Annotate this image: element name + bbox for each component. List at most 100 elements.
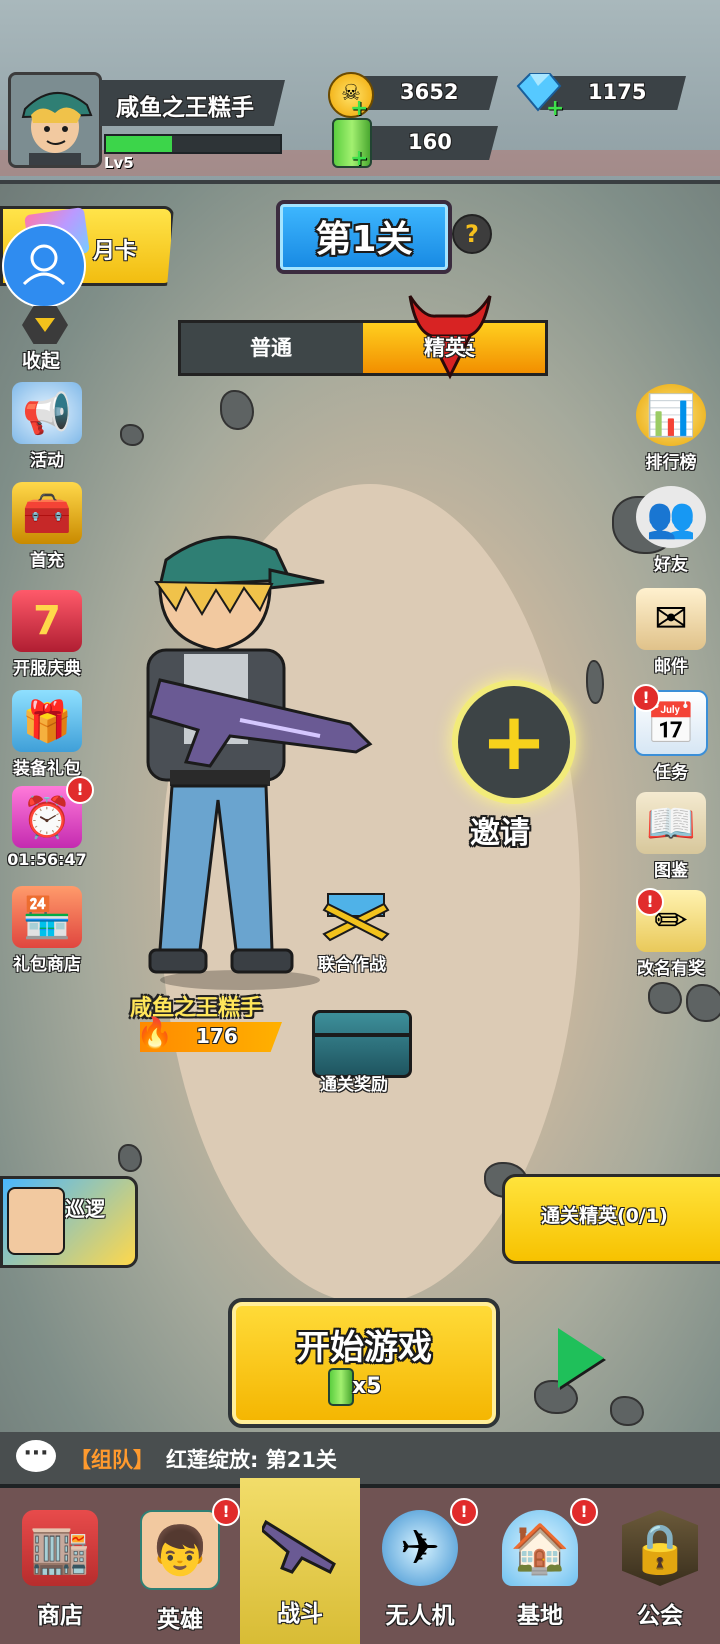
xp-bar <box>104 134 282 154</box>
side-item-label: 排行榜 <box>645 453 697 473</box>
difficulty-normal-tab[interactable]: 普通 <box>181 323 361 373</box>
hero-portrait-icon <box>11 75 99 165</box>
notification-badge: ! <box>570 1498 598 1526</box>
chest-lid-line <box>315 1033 409 1037</box>
side-item-label: 开服庆典 <box>13 659 81 679</box>
collapse-label: 收起 <box>22 350 61 372</box>
notification-badge: ! <box>450 1498 478 1526</box>
side-item-activity[interactable]: 📢 活动 <box>2 382 92 471</box>
start-game-button[interactable]: 开始游戏 x5 <box>228 1298 500 1428</box>
nav-store[interactable]: 🏬 商店 <box>0 1488 120 1644</box>
add-energy-icon[interactable]: + <box>350 146 368 171</box>
side-item-label: 活动 <box>30 451 64 471</box>
rock <box>586 660 604 704</box>
notification-badge: ! <box>66 776 94 804</box>
side-item-label: 好友 <box>654 555 688 575</box>
chevron-down-icon <box>35 318 55 332</box>
patrol-label: 巡逻 <box>65 1197 105 1221</box>
side-item-label: 改名有奖 <box>637 959 705 979</box>
rock <box>120 424 144 446</box>
plus-icon: + <box>480 695 548 788</box>
rock <box>686 984 720 1022</box>
elite-clear-label: 通关精英(0/1) <box>541 1205 668 1227</box>
side-item-first-recharge[interactable]: 🧰 首充 <box>2 482 92 571</box>
xp-bar-fill <box>106 136 173 152</box>
book-icon: 📖 <box>636 792 706 854</box>
notification-badge: ! <box>632 684 660 712</box>
mail-icon: ✉ <box>636 588 706 650</box>
stage-title: 第1关 <box>315 219 413 260</box>
side-item-label: 礼包商店 <box>13 955 81 975</box>
nav-label: 英雄 <box>157 1607 203 1633</box>
side-item-label: 图鉴 <box>654 861 688 881</box>
player-name: 咸鱼之王糕手 <box>116 95 254 121</box>
side-item-codex[interactable]: 📖 图鉴 <box>626 792 716 881</box>
gold-value: 3652 <box>400 80 459 104</box>
stage-title-box: 第1关 <box>276 200 452 274</box>
rifle-icon <box>262 1508 338 1584</box>
bottom-nav: 🏬 商店 👦 英雄 ! 战斗 ✈ 无人机 ! 🏠 基地 ! 🔒 公会 <box>0 1478 720 1644</box>
chat-message: 红莲绽放: 第21关 <box>166 1448 337 1472</box>
user-icon <box>22 244 66 286</box>
treasure-chest-icon: 🧰 <box>12 482 82 544</box>
clear-reward-label: 通关奖励 <box>320 1075 388 1095</box>
coop-battle-button[interactable] <box>318 890 394 950</box>
notification-badge: ! <box>636 888 664 916</box>
add-gems-icon[interactable]: + <box>546 96 564 121</box>
chat-bar[interactable]: ··· 【组队】 红莲绽放: 第21关 <box>0 1432 720 1484</box>
rock <box>118 1144 142 1172</box>
invite-button[interactable]: + <box>452 680 576 804</box>
side-item-label: 首充 <box>30 551 64 571</box>
start-cost: x5 <box>352 1374 382 1399</box>
gems-value: 1175 <box>588 80 647 104</box>
store-icon: 🏬 <box>22 1510 98 1586</box>
gift-icon: 🎁 <box>12 690 82 752</box>
nav-label: 无人机 <box>385 1603 455 1629</box>
player-level: Lv5 <box>104 154 134 172</box>
side-item-label: 邮件 <box>654 657 688 677</box>
help-button[interactable]: ? <box>452 214 492 254</box>
patrol-button[interactable]: 巡逻 <box>0 1176 138 1268</box>
next-stage-arrow-icon[interactable] <box>558 1328 604 1388</box>
lock-icon: 🔒 <box>622 1510 698 1586</box>
drone-icon: ✈ <box>382 1510 458 1586</box>
chat-channel-tag: 【组队】 <box>70 1448 154 1472</box>
side-item-leaderboard[interactable]: 📊 排行榜 <box>626 384 716 473</box>
player-avatar[interactable] <box>8 72 102 168</box>
timer-countdown: 01:56:47 <box>7 850 87 869</box>
nav-battle[interactable]: 战斗 <box>240 1478 360 1644</box>
hero-portrait-icon <box>7 1187 65 1255</box>
start-game-label: 开始游戏 <box>296 1328 432 1368</box>
side-item-launch-celebration[interactable]: 7 开服庆典 <box>2 590 92 679</box>
month-card-label: 月卡 <box>93 239 138 264</box>
clear-reward-button[interactable] <box>312 1010 412 1078</box>
difficulty-elite-label: 精英 <box>424 336 466 360</box>
side-item-friends[interactable]: 👥 好友 <box>626 486 716 575</box>
hero-power-value: 176 <box>196 1024 238 1048</box>
nav-label: 公会 <box>637 1603 683 1629</box>
base-dome-icon: 🏠 <box>502 1510 578 1586</box>
nav-guild[interactable]: 🔒 公会 <box>600 1488 720 1644</box>
floating-user-button[interactable] <box>2 224 86 308</box>
nav-label: 商店 <box>37 1603 83 1629</box>
shop-gift-icon: 🏪 <box>12 886 82 948</box>
side-item-equipment-pack[interactable]: 🎁 装备礼包 <box>2 690 92 779</box>
friends-icon: 👥 <box>636 486 706 548</box>
energy-can-icon <box>328 1368 354 1406</box>
side-item-gift-shop[interactable]: 🏪 礼包商店 <box>2 886 92 975</box>
elite-clear-progress[interactable]: 通关精英(0/1) <box>502 1174 720 1264</box>
trophy-icon: 📊 <box>636 384 706 446</box>
rock <box>220 390 254 430</box>
megaphone-icon: 📢 <box>12 382 82 444</box>
hero-icon: 👦 <box>140 1510 220 1590</box>
coop-battle-label: 联合作战 <box>318 955 386 975</box>
crossed-guns-icon <box>322 893 390 942</box>
chat-bubble-icon: ··· <box>16 1440 56 1472</box>
side-item-label: 任务 <box>654 763 688 783</box>
notification-badge: ! <box>212 1498 240 1526</box>
nav-label: 战斗 <box>277 1601 323 1627</box>
energy-value: 160 <box>408 130 452 154</box>
rock <box>610 1396 644 1426</box>
side-item-mail[interactable]: ✉ 邮件 <box>626 588 716 677</box>
nav-label: 基地 <box>517 1603 563 1629</box>
